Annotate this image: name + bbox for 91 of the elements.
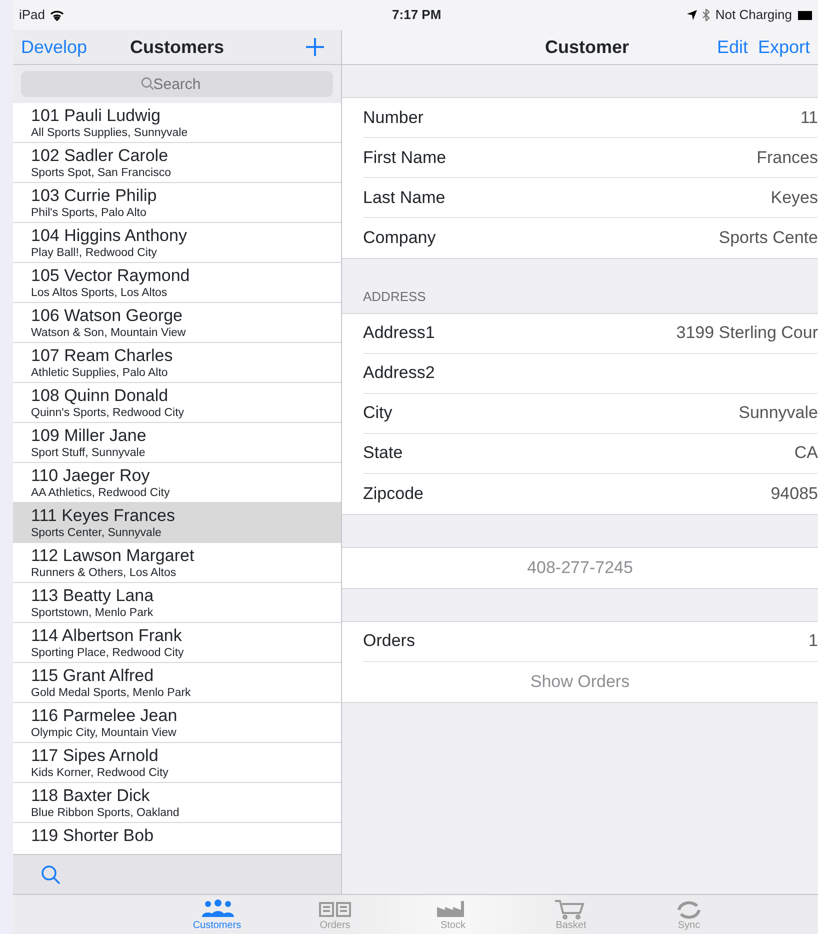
search-icon[interactable] <box>41 864 61 884</box>
customer-list-item[interactable]: 115 Grant Alfred Gold Medal Sports, Menlo Park <box>13 663 341 703</box>
nav-action-link[interactable]: Edit <box>716 34 748 60</box>
field-value: 94085 <box>770 482 818 505</box>
customer-company: Blue Ribbon Sports, Oakland <box>31 806 180 820</box>
customer-name: 111 Keyes Frances <box>31 506 176 526</box>
customer-name: 114 Albertson Frank <box>31 626 183 646</box>
customer-name: 109 Miller Jane <box>31 426 148 446</box>
customer-company: Sport Stuff, Sunnyvale <box>31 446 146 460</box>
field-label: Address1 <box>363 322 435 344</box>
customer-company: Quinn's Sports, Redwood City <box>31 406 186 420</box>
field-value: Sports Cente <box>718 227 818 250</box>
customer-list-item[interactable]: 117 Sipes Arnold Kids Korner, Redwood City <box>13 743 341 783</box>
field-label: State <box>363 442 403 464</box>
customer-list-item[interactable]: 112 Lawson Margaret Runners & Others, Los Altos <box>13 543 341 583</box>
customer-name: 119 Shorter Bob <box>31 826 155 846</box>
field-label: City <box>363 402 392 424</box>
customer-company: Play Ball!, Redwood City <box>31 246 158 260</box>
customer-list-item[interactable]: 103 Currie Philip Phil's Sports, Palo Alto <box>13 183 341 223</box>
field-value: Keyes <box>770 186 818 209</box>
customer-company: Athletic Supplies, Palo Alto <box>31 366 169 380</box>
field-value: Frances <box>756 146 818 169</box>
customer-name: 118 Baxter Dick <box>31 786 151 806</box>
customer-name: 103 Currie Philip <box>31 186 158 206</box>
customer-name: 101 Pauli Ludwig <box>31 106 162 126</box>
field-label: Company <box>363 227 436 250</box>
customer-company: Sports Spot, San Francisco <box>31 166 172 180</box>
battery-icon <box>798 10 812 20</box>
device-name: iPad <box>19 6 46 24</box>
field-label: Zipcode <box>363 482 424 505</box>
customer-company: AA Athletics, Redwood City <box>31 486 171 500</box>
customer-name: 117 Sipes Arnold <box>31 746 160 766</box>
customer-list-item[interactable]: 116 Parmelee Jean Olympic City, Mountain View <box>13 703 341 743</box>
field-label: Number <box>363 106 424 129</box>
field-value: 1 <box>808 630 818 652</box>
customer-company: Sports Center, Sunnyvale <box>31 526 162 540</box>
customer-list-item[interactable]: 111 Keyes Frances Sports Center, Sunnyvale <box>13 503 341 543</box>
field-value: 11 <box>800 106 818 129</box>
customer-list-item[interactable]: 108 Quinn Donald Quinn's Sports, Redwood City <box>13 383 341 423</box>
battery-status: Not Charging <box>715 6 792 24</box>
field-label: Last Name <box>363 186 446 209</box>
customer-company: Los Altos Sports, Los Altos <box>31 286 168 300</box>
nav-action-link[interactable]: Export <box>758 34 810 60</box>
customer-name: 107 Ream Charles <box>31 346 174 366</box>
customer-company: Phil's Sports, Palo Alto <box>31 206 148 220</box>
location-arrow-icon <box>687 10 698 20</box>
customer-company: Runners & Others, Los Altos <box>31 566 178 580</box>
field-value: Sunnyvale <box>738 402 818 424</box>
book-icon <box>317 899 353 920</box>
customer-company: Watson & Son, Mountain View <box>31 326 187 340</box>
customer-list-item[interactable]: 113 Beatty Lana Sportstown, Menlo Park <box>13 583 341 623</box>
customer-company: Olympic City, Mountain View <box>31 726 178 740</box>
customer-company: Sporting Place, Redwood City <box>31 646 185 660</box>
wifi-icon <box>50 10 64 20</box>
customer-name: 113 Beatty Lana <box>31 586 155 606</box>
customer-name: 106 Watson George <box>31 306 184 326</box>
search-field[interactable]: Search <box>21 71 333 97</box>
customer-list-item[interactable]: 106 Watson George Watson & Son, Mountain View <box>13 303 341 343</box>
customer-name: 104 Higgins Anthony <box>31 226 188 246</box>
customer-name: 110 Jaeger Roy <box>31 466 151 486</box>
customer-company: Sportstown, Menlo Park <box>31 606 154 620</box>
bluetooth-icon <box>702 9 710 21</box>
search-icon <box>141 77 154 90</box>
customer-list-item[interactable]: 105 Vector Raymond Los Altos Sports, Los Altos <box>13 263 341 303</box>
status-time: 7:17 PM <box>392 6 442 24</box>
customer-company: Gold Medal Sports, Menlo Park <box>31 686 192 700</box>
customer-company: All Sports Supplies, Sunnyvale <box>31 126 189 140</box>
nav-title: Customer <box>545 36 630 58</box>
field-value: CA <box>794 442 818 464</box>
field-label: First Name <box>363 146 446 169</box>
field-value: 3199 Sterling Cour <box>676 322 818 344</box>
customer-list-item[interactable]: 114 Albertson Frank Sporting Place, Redwood City <box>13 623 341 663</box>
customer-name: 116 Parmelee Jean <box>31 706 178 726</box>
customer-list-item[interactable]: 118 Baxter Dick Blue Ribbon Sports, Oakland <box>13 783 341 823</box>
field-label: Orders <box>363 630 415 652</box>
customer-company: Kids Korner, Redwood City <box>31 766 170 780</box>
customer-name: 112 Lawson Margaret <box>31 546 196 566</box>
customer-list-item[interactable]: 109 Miller Jane Sport Stuff, Sunnyvale <box>13 423 341 463</box>
nav-title: Customers <box>130 36 224 58</box>
customer-name: 102 Sadler Carole <box>31 146 170 166</box>
customer-name: 115 Grant Alfred <box>31 666 155 686</box>
section-header: ADDRESS <box>362 288 427 306</box>
field-label: Address2 <box>363 362 435 384</box>
people-icon <box>199 899 235 920</box>
customer-name: 105 Vector Raymond <box>31 266 191 286</box>
customer-list-item[interactable]: 101 Pauli Ludwig All Sports Supplies, Sunnyvale <box>13 103 341 143</box>
customer-name: 108 Quinn Donald <box>31 386 170 406</box>
add-icon[interactable] <box>305 37 325 57</box>
customer-list-item[interactable]: 107 Ream Charles Athletic Supplies, Palo Alto <box>13 343 341 383</box>
customer-list-item[interactable]: 104 Higgins Anthony Play Ball!, Redwood City <box>13 223 341 263</box>
customer-list-item[interactable]: 102 Sadler Carole Sports Spot, San Francisco <box>13 143 341 183</box>
